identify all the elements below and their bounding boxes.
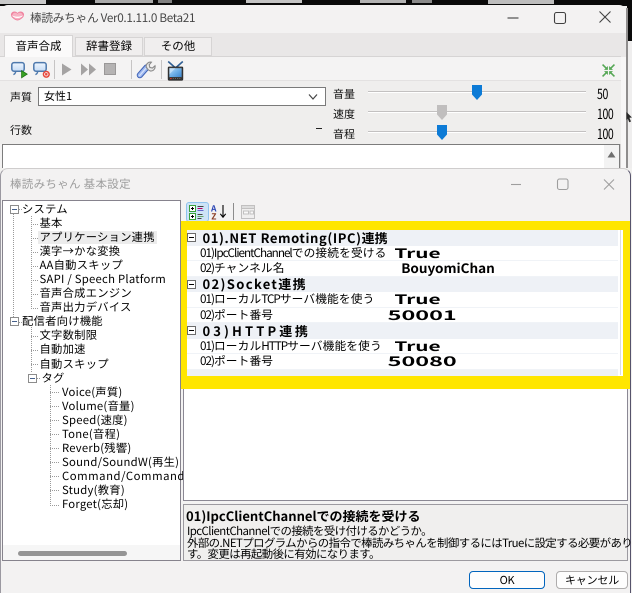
svg-text:Z: Z — [211, 211, 216, 222]
